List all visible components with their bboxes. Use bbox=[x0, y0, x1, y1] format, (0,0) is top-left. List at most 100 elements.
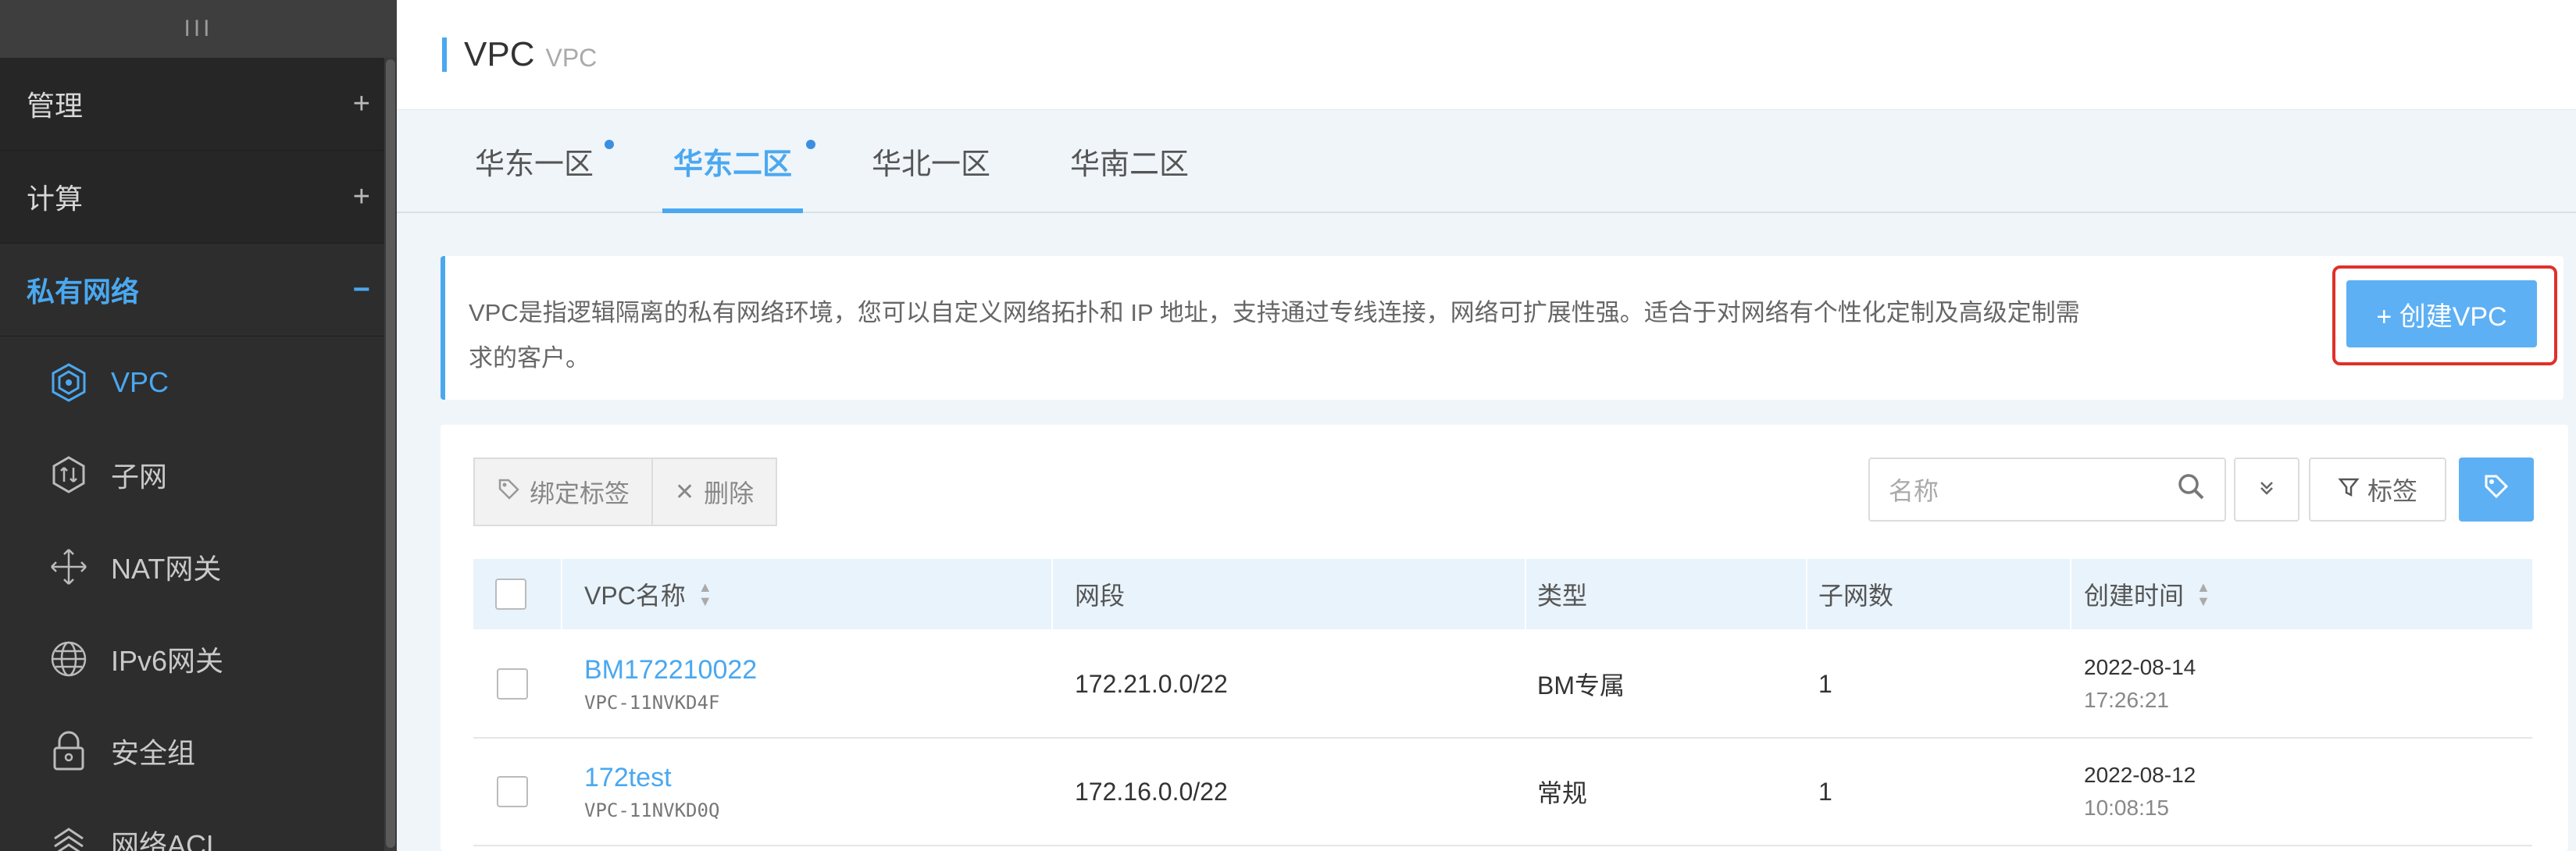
column-header-subnet-count: 子网数 bbox=[1818, 559, 1893, 629]
created-time: 10:08:15 bbox=[2084, 796, 2169, 820]
vpc-name-link[interactable]: BM172210022 bbox=[584, 655, 757, 685]
sidebar: III 管理 + 计算 + 私有网络 − VPC 子网 NAT网关 IPv6网关 bbox=[0, 0, 397, 851]
vpc-id: VPC-11NVKD0Q bbox=[584, 799, 720, 821]
tab-dot-indicator bbox=[605, 140, 614, 149]
delete-button[interactable]: ✕ 删除 bbox=[653, 458, 778, 526]
tag-icon bbox=[497, 477, 520, 507]
sidebar-collapse-handle[interactable]: III bbox=[0, 0, 397, 58]
description-line: VPC是指逻辑隔离的私有网络环境，您可以自定义网络拓扑和 IP 地址，支持通过专… bbox=[469, 299, 2080, 326]
nat-gateway-icon bbox=[47, 545, 91, 589]
tab-east-china-1[interactable]: 华东一区 bbox=[475, 110, 614, 212]
type-cell: 常规 bbox=[1537, 739, 1587, 845]
sidebar-item-vpc[interactable]: VPC bbox=[0, 336, 397, 429]
tag-filter-button[interactable]: 标签 bbox=[2309, 458, 2446, 522]
vpc-name-cell: 172test VPC-11NVKD0Q bbox=[584, 739, 719, 845]
sidebar-item-label: VPC bbox=[111, 366, 169, 398]
advanced-search-toggle[interactable] bbox=[2234, 458, 2299, 522]
sidebar-item-label: 子网 bbox=[111, 461, 168, 493]
sidebar-item-label: NAT网关 bbox=[111, 553, 222, 585]
region-tabs: 华东一区 华东二区 华北一区 华南二区 bbox=[397, 110, 2576, 213]
subnet-count-cell: 1 bbox=[1818, 631, 1832, 737]
row-checkbox[interactable] bbox=[497, 668, 528, 700]
sidebar-item-security-group[interactable]: 安全组 bbox=[0, 705, 397, 797]
subnet-count-cell: 1 bbox=[1818, 739, 1832, 845]
vpc-id: VPC-11NVKD4F bbox=[584, 691, 720, 714]
filter-icon bbox=[2338, 475, 2360, 504]
sidebar-section-manage[interactable]: 管理 + bbox=[0, 58, 397, 151]
created-date: 2022-08-12 bbox=[2084, 763, 2196, 787]
tag-filter-label: 标签 bbox=[2367, 477, 2417, 505]
bind-tag-label: 绑定标签 bbox=[530, 479, 630, 507]
column-label: 创建时间 bbox=[2084, 582, 2185, 610]
expand-icon: + bbox=[352, 87, 370, 120]
cidr-value: 172.16.0.0/22 bbox=[1075, 777, 1228, 806]
title-accent-bar bbox=[442, 37, 447, 72]
tag-manage-button[interactable] bbox=[2459, 458, 2534, 522]
created-cell: 2022-08-14 17:26:21 bbox=[2084, 631, 2196, 737]
cidr-cell: 172.21.0.0/22 bbox=[1075, 631, 1228, 737]
column-header-name[interactable]: VPC名称 ▲ ▼ bbox=[584, 559, 712, 629]
bind-tag-button[interactable]: 绑定标签 bbox=[473, 458, 654, 526]
expand-icon: + bbox=[352, 180, 370, 213]
subnet-icon bbox=[47, 453, 91, 497]
tab-dot-indicator bbox=[806, 140, 815, 149]
column-header-type: 类型 bbox=[1537, 559, 1587, 629]
bulk-actions: 绑定标签 ✕ 删除 bbox=[473, 458, 778, 526]
section-label: 管理 bbox=[27, 90, 84, 122]
sidebar-scrollbar[interactable] bbox=[384, 58, 397, 851]
select-all-checkbox[interactable] bbox=[495, 579, 526, 610]
tab-label: 华南二区 bbox=[1070, 148, 1190, 181]
sidebar-item-ipv6-gateway[interactable]: IPv6网关 bbox=[0, 613, 397, 705]
delete-label: 删除 bbox=[704, 479, 755, 507]
tab-north-china-1[interactable]: 华北一区 bbox=[872, 110, 990, 212]
column-label: 网段 bbox=[1075, 582, 1126, 610]
close-icon: ✕ bbox=[675, 479, 695, 505]
sidebar-item-network-acl[interactable]: 网络ACL bbox=[0, 797, 397, 851]
search-input[interactable]: 名称 bbox=[1868, 458, 2226, 522]
page-subtitle: VPC bbox=[545, 43, 598, 72]
vpc-name-cell: BM172210022 VPC-11NVKD4F bbox=[584, 631, 757, 737]
type-value: BM专属 bbox=[1537, 671, 1625, 700]
column-header-created[interactable]: 创建时间 ▲ ▼ bbox=[2084, 559, 2210, 629]
created-time: 17:26:21 bbox=[2084, 688, 2169, 712]
search-icon[interactable] bbox=[2176, 472, 2206, 507]
search-placeholder: 名称 bbox=[1889, 477, 1939, 505]
table-row: 172test VPC-11NVKD0Q 172.16.0.0/22 常规 1 … bbox=[473, 739, 2532, 846]
column-divider bbox=[1525, 559, 1526, 629]
sort-icon[interactable]: ▲ ▼ bbox=[698, 580, 712, 608]
tab-south-china-2[interactable]: 华南二区 bbox=[1070, 110, 1189, 212]
sort-icon[interactable]: ▲ ▼ bbox=[2196, 580, 2210, 608]
collapse-icon: − bbox=[352, 272, 370, 306]
vpc-table-card: 绑定标签 ✕ 删除 名称 标签 VPC名称 ▲ ▼ 网段 类型 子网数 创建时间… bbox=[441, 425, 2568, 851]
column-divider bbox=[561, 559, 562, 629]
chevron-down-icon bbox=[2257, 475, 2277, 504]
row-select-cell bbox=[497, 631, 528, 737]
sidebar-section-private-network[interactable]: 私有网络 − bbox=[0, 244, 397, 336]
column-header-cidr: 网段 bbox=[1075, 559, 1125, 629]
section-label: 私有网络 bbox=[27, 276, 140, 308]
create-vpc-button[interactable]: + 创建VPC bbox=[2346, 280, 2537, 347]
select-all-cell bbox=[495, 559, 526, 629]
vpc-name-link[interactable]: 172test bbox=[584, 763, 719, 793]
page-header: VPC VPC bbox=[397, 0, 2576, 110]
ipv6-globe-icon bbox=[47, 637, 91, 681]
column-divider bbox=[1051, 559, 1053, 629]
highlight-frame: + 创建VPC bbox=[2332, 265, 2557, 365]
subnet-count-value: 1 bbox=[1818, 777, 1832, 806]
tab-label: 华东一区 bbox=[475, 148, 594, 181]
lock-icon bbox=[47, 729, 91, 773]
created-cell: 2022-08-12 10:08:15 bbox=[2084, 739, 2196, 845]
sidebar-item-subnet[interactable]: 子网 bbox=[0, 429, 397, 521]
sidebar-item-nat-gateway[interactable]: NAT网关 bbox=[0, 521, 397, 613]
vpc-hexagon-icon bbox=[47, 361, 91, 404]
row-select-cell bbox=[497, 739, 528, 845]
scrollbar-thumb[interactable] bbox=[386, 59, 395, 848]
sidebar-item-label: 安全组 bbox=[111, 737, 196, 769]
vpc-description-box: VPC是指逻辑隔离的私有网络环境，您可以自定义网络拓扑和 IP 地址，支持通过专… bbox=[441, 256, 2564, 400]
tab-label: 华东二区 bbox=[673, 148, 793, 181]
tab-east-china-2[interactable]: 华东二区 bbox=[662, 110, 815, 213]
row-checkbox[interactable] bbox=[497, 776, 528, 807]
table-header: VPC名称 ▲ ▼ 网段 类型 子网数 创建时间 ▲ ▼ bbox=[473, 559, 2532, 629]
tag-icon bbox=[2482, 472, 2510, 507]
sidebar-section-compute[interactable]: 计算 + bbox=[0, 151, 397, 244]
